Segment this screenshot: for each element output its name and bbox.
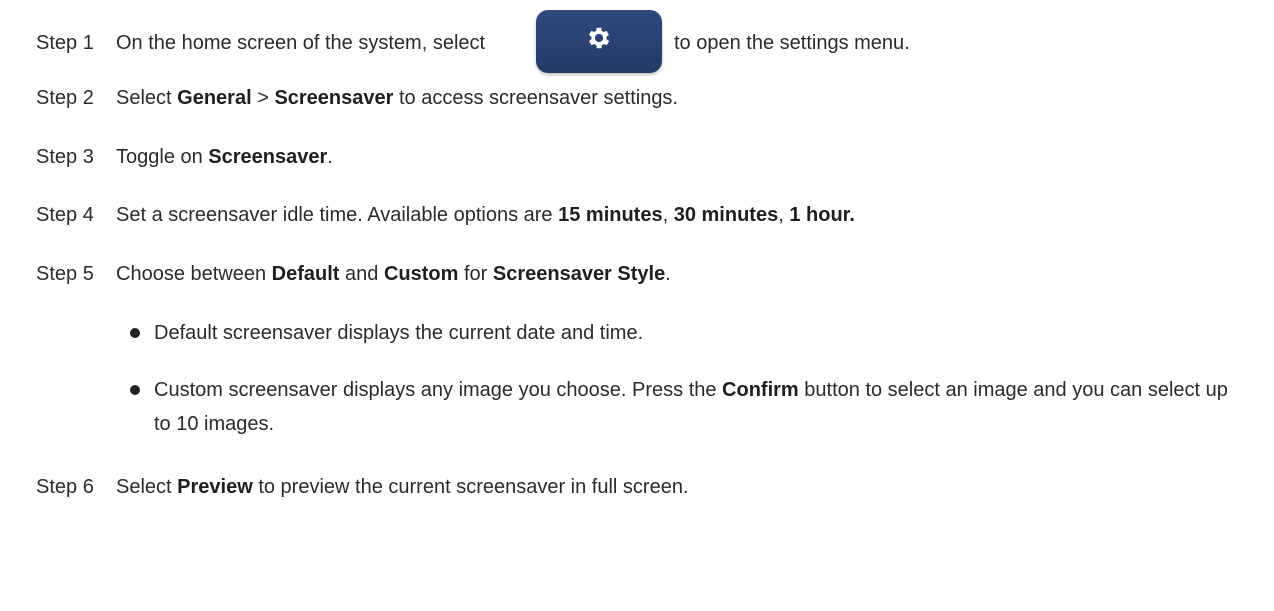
- bold-term: 30 minutes: [673, 204, 779, 226]
- bold-term: 15 minutes: [558, 204, 663, 226]
- bold-term: General: [177, 87, 252, 109]
- step-text: Select: [116, 476, 178, 498]
- step-text: ,: [778, 204, 790, 226]
- step-text: .: [665, 263, 671, 285]
- step-6: Step 6 Select Preview to preview the curr…: [36, 474, 689, 500]
- bullet-text: Custom screensaver displays any image yo…: [154, 379, 723, 401]
- step-2: Step 2 Select General > Screensaver to ac…: [36, 85, 678, 111]
- step-1-continued: to open the settings menu.: [674, 30, 910, 56]
- step-text: Toggle on: [116, 146, 209, 168]
- bullet-dot-icon: [130, 328, 140, 338]
- step-1: Step 1 On the home screen of the system, …: [36, 30, 485, 56]
- step-number: Step 4: [36, 204, 94, 226]
- step-text: to preview the current screensaver in fu…: [252, 476, 689, 498]
- step-text: to access screensaver settings.: [393, 87, 678, 109]
- step-number: Step 5: [36, 263, 94, 285]
- bold-term: Screensaver: [274, 87, 394, 109]
- step-5: Step 5 Choose between Default and Custom …: [36, 261, 671, 287]
- bold-term: Default: [271, 263, 340, 285]
- step-text: >: [251, 87, 275, 109]
- bold-term: Preview: [177, 476, 253, 498]
- bold-term: Screensaver: [208, 146, 328, 168]
- settings-button[interactable]: [536, 10, 662, 73]
- step-text: Choose between: [116, 263, 272, 285]
- step-text: Select: [116, 87, 178, 109]
- step-text: and: [339, 263, 384, 285]
- step-text: On the home screen of the system, select: [116, 32, 486, 54]
- bold-term: Custom: [383, 263, 459, 285]
- step-3: Step 3 Toggle on Screensaver.: [36, 144, 333, 170]
- bold-term: Screensaver Style: [492, 263, 666, 285]
- bullet-item-custom: Custom screensaver displays any image yo…: [130, 373, 1250, 441]
- step-text: to open the settings menu.: [674, 32, 910, 54]
- gear-icon: [588, 27, 610, 49]
- step-number: Step 6: [36, 476, 94, 498]
- step-text: .: [327, 146, 333, 168]
- step-4: Step 4 Set a screensaver idle time. Avail…: [36, 202, 855, 228]
- step-number: Step 3: [36, 146, 94, 168]
- step-text: ,: [662, 204, 674, 226]
- step-text: Set a screensaver idle time. Available o…: [116, 204, 559, 226]
- bold-term: 1 hour.: [789, 204, 855, 226]
- bullet-text: Default screensaver displays the current…: [154, 322, 644, 344]
- bullet-dot-icon: [130, 385, 140, 395]
- step-text: for: [458, 263, 493, 285]
- bullet-item-default: Default screensaver displays the current…: [130, 316, 1250, 350]
- step-number: Step 2: [36, 87, 94, 109]
- bold-term: Confirm: [722, 379, 799, 401]
- step-number: Step 1: [36, 32, 94, 54]
